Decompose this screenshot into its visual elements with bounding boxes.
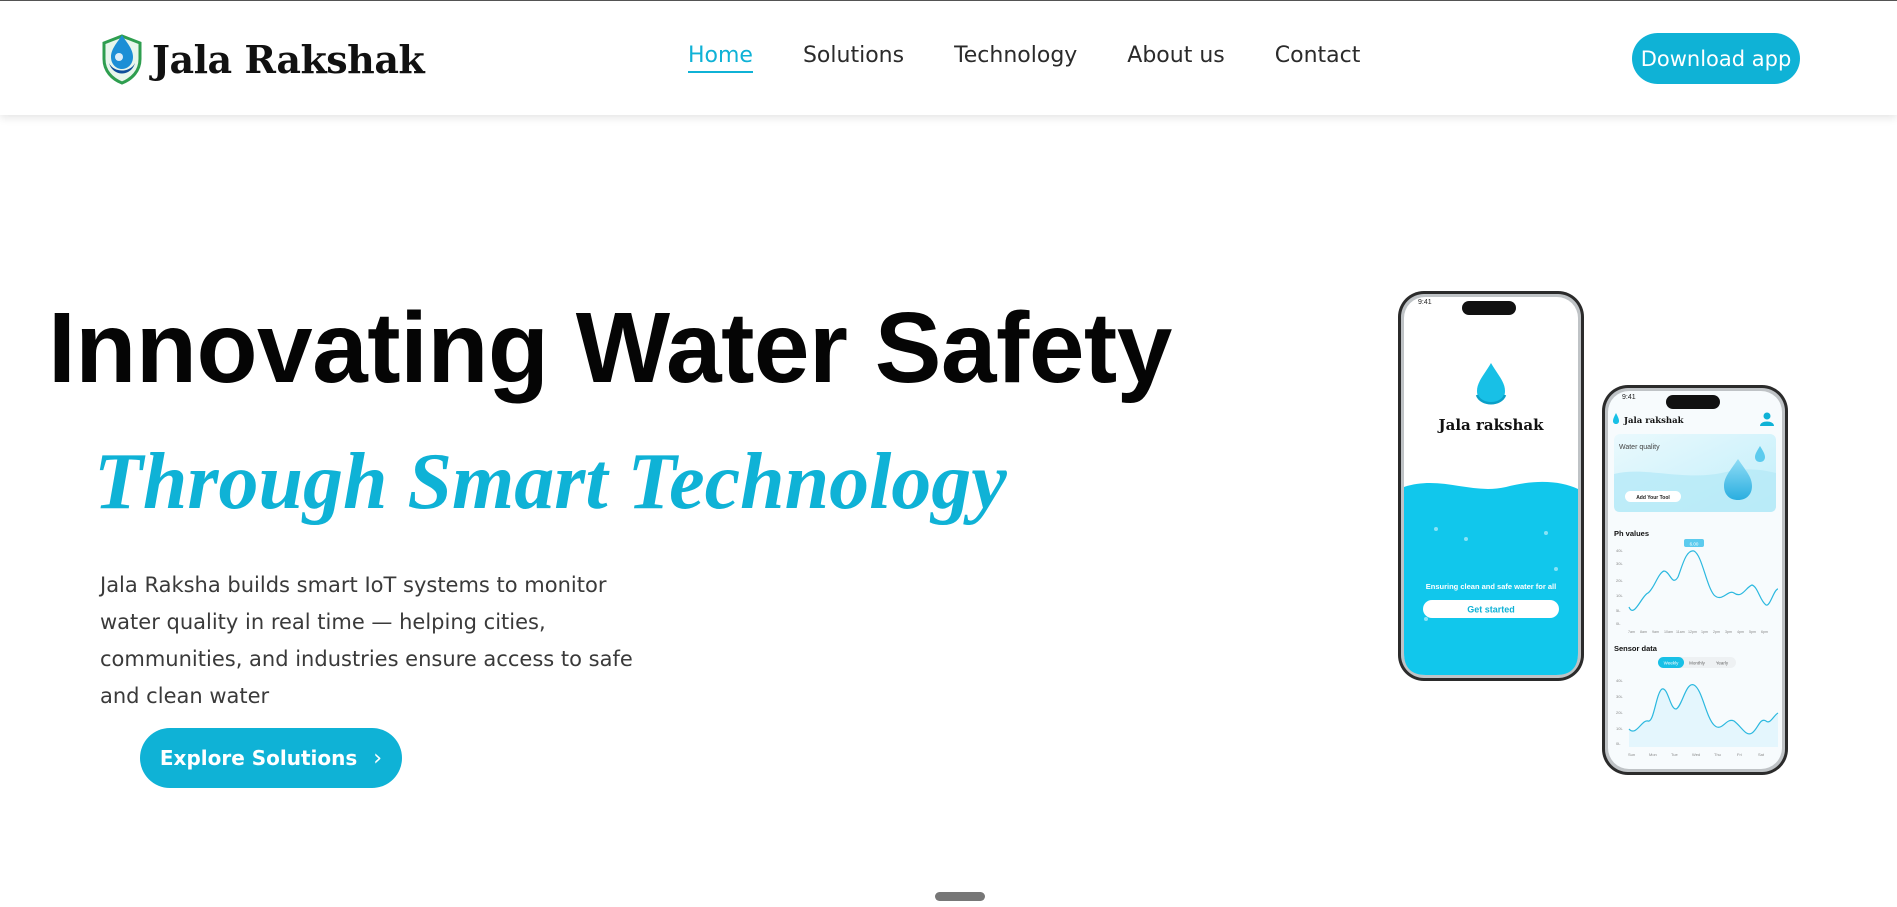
- tab-monthly-label[interactable]: Monthly: [1689, 661, 1706, 666]
- ph-x-label: 9am: [1652, 630, 1659, 634]
- water-drop-shield-icon: [102, 34, 142, 85]
- sensor-x-label: Sat: [1758, 752, 1765, 757]
- sensor-y-label: 0L: [1616, 741, 1621, 746]
- bubble: [1424, 617, 1428, 621]
- ph-x-label: 10am: [1664, 630, 1673, 634]
- ph-values-title: Ph values: [1614, 529, 1649, 538]
- phone-left-tagline: Ensuring clean and safe water for all: [1426, 582, 1556, 591]
- ph-x-label: 4pm: [1737, 630, 1744, 634]
- bubble: [1554, 567, 1558, 571]
- hero-subtitle: Through Smart Technology: [94, 438, 1007, 526]
- ph-x-label: 12pm: [1688, 630, 1697, 634]
- bubble: [1464, 537, 1468, 541]
- sensor-x-label: Tue: [1671, 752, 1679, 757]
- ph-x-label: 11am: [1676, 630, 1685, 634]
- sensor-y-label: 20L: [1616, 710, 1623, 715]
- bubble: [1544, 531, 1548, 535]
- phone-left-app-name: Jala rakshak: [1437, 416, 1545, 434]
- sensor-data-title: Sensor data: [1614, 644, 1658, 653]
- hero-description: Jala Raksha builds smart IoT systems to …: [100, 573, 633, 708]
- add-your-tool-label: Add Your Tool: [1636, 495, 1670, 501]
- sensor-y-label: 30L: [1616, 694, 1623, 699]
- top-navbar: Jala Rakshak Home Solutions Technology A…: [0, 1, 1897, 115]
- ph-y-label: 5L: [1616, 608, 1621, 613]
- phone-notch: [1666, 395, 1720, 409]
- ph-y-label: 40L: [1616, 548, 1623, 553]
- ph-x-label: 2pm: [1713, 630, 1720, 634]
- tab-yearly-label[interactable]: Yearly: [1716, 661, 1729, 666]
- brand-logo[interactable]: Jala Rakshak: [100, 33, 425, 85]
- ph-x-label: 7am: [1628, 630, 1635, 634]
- scroll-indicator[interactable]: [935, 892, 985, 901]
- ph-x-label: 6pm: [1761, 630, 1768, 634]
- card-wave: [1614, 469, 1776, 512]
- phone-right: 9:41 Jala rakshak Water quality Add Your…: [1602, 385, 1788, 775]
- sensor-y-label: 40L: [1616, 678, 1623, 683]
- phone-notch: [1462, 301, 1516, 315]
- ph-y-label: 10L: [1616, 593, 1623, 598]
- nav-link-home[interactable]: Home: [688, 43, 753, 73]
- ph-y-label: 20L: [1616, 578, 1623, 583]
- ph-x-label: 8am: [1640, 630, 1647, 634]
- nav-link-contact[interactable]: Contact: [1275, 43, 1361, 73]
- wave-background: [1404, 481, 1578, 675]
- ph-badge-value: 6.00: [1690, 542, 1699, 547]
- nav-link-about-us[interactable]: About us: [1127, 43, 1224, 73]
- get-started-label: Get started: [1467, 605, 1515, 615]
- phone-right-app-name: Jala rakshak: [1623, 416, 1685, 426]
- app-phone-mockups: 9:41 Jala rakshak Ensuring clean and saf…: [1398, 291, 1788, 775]
- phone-left: 9:41 Jala rakshak Ensuring clean and saf…: [1398, 291, 1584, 681]
- hero-title: Innovating Water Safety: [48, 292, 1172, 404]
- sensor-x-label: Thu: [1714, 752, 1721, 757]
- explore-solutions-button[interactable]: Explore Solutions ›: [140, 728, 402, 788]
- sensor-x-label: Mon: [1649, 752, 1657, 757]
- sensor-y-label: 10L: [1616, 726, 1623, 731]
- nav-link-solutions[interactable]: Solutions: [803, 43, 904, 73]
- ph-y-label: 0L: [1616, 621, 1621, 626]
- sensor-x-label: Fri: [1737, 752, 1742, 757]
- phone-right-time: 9:41: [1622, 394, 1636, 401]
- ph-y-label: 30L: [1616, 561, 1623, 566]
- download-app-button[interactable]: Download app: [1632, 33, 1800, 84]
- ph-x-label: 3pm: [1725, 630, 1732, 634]
- explore-solutions-label: Explore Solutions: [159, 746, 358, 770]
- water-quality-title: Water quality: [1619, 444, 1660, 451]
- brand-name: Jala Rakshak: [152, 36, 425, 82]
- sensor-x-label: Wed: [1692, 752, 1700, 757]
- tab-weekly-label: Weekly: [1664, 661, 1679, 666]
- sensor-x-label: Sun: [1628, 752, 1635, 757]
- chevron-right-icon: ›: [373, 745, 383, 771]
- ph-x-label: 1pm: [1701, 630, 1708, 634]
- bubble: [1434, 527, 1438, 531]
- phone-left-time: 9:41: [1418, 299, 1432, 306]
- main-nav: Home Solutions Technology About us Conta…: [688, 43, 1410, 73]
- nav-link-technology[interactable]: Technology: [954, 43, 1077, 73]
- ph-x-label: 5pm: [1749, 630, 1756, 634]
